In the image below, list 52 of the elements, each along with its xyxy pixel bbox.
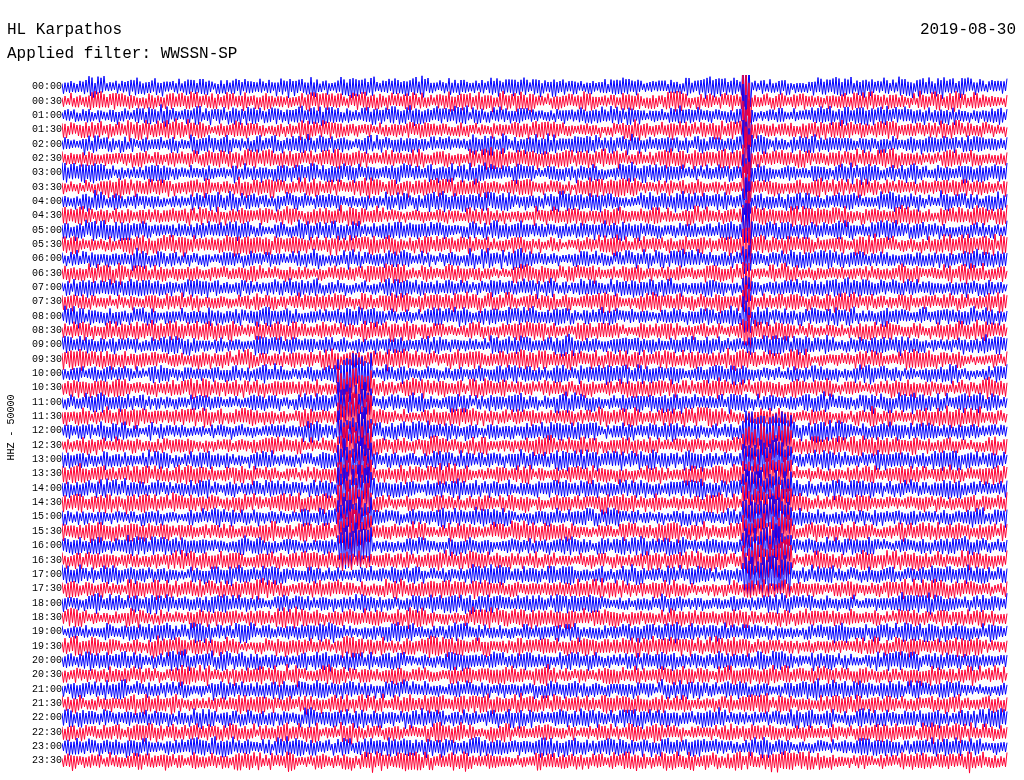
time-label: 12:30 [32,440,62,451]
time-label: 20:30 [32,670,62,681]
time-label: 21:00 [32,684,62,695]
time-label: 09:00 [32,340,62,351]
time-label: 11:30 [32,412,62,423]
time-label: 08:00 [32,311,62,322]
time-label: 22:30 [32,727,62,738]
time-label: 13:00 [32,455,62,466]
time-label: 09:30 [32,354,62,365]
time-label: 03:30 [32,182,62,193]
time-label: 02:00 [32,139,62,150]
time-label: 11:00 [32,397,62,408]
time-label: 03:00 [32,168,62,179]
time-label: 00:00 [32,82,62,93]
time-label: 02:30 [32,153,62,164]
time-label: 23:00 [32,742,62,752]
time-label: 22:00 [32,713,62,724]
time-label: 12:00 [32,426,62,437]
time-label: 04:30 [32,211,62,222]
time-label: 14:30 [32,498,62,509]
time-label: 17:30 [32,584,62,595]
time-label: 07:30 [32,297,62,308]
time-label: 05:30 [32,239,62,250]
time-label: 19:00 [32,627,62,638]
time-label: 10:30 [32,383,62,394]
time-label: 05:00 [32,225,62,236]
time-label: 17:00 [32,569,62,580]
time-label: 13:30 [32,469,62,480]
time-label: 23:30 [32,756,62,767]
filter-label: Applied filter: WWSSN-SP [7,45,238,63]
time-label: 19:30 [32,641,62,652]
channel-axis-label: HHZ - 50000 [4,394,18,461]
time-label: 15:00 [32,512,62,523]
time-label: 06:30 [32,268,62,279]
station-title: HL Karpathos [7,20,123,40]
time-label: 16:30 [32,555,62,566]
time-label: 04:00 [32,196,62,207]
time-label: 18:30 [32,612,62,623]
time-label: 18:00 [32,598,62,609]
time-label: 21:30 [32,698,62,709]
time-label: 10:00 [32,369,62,380]
time-label: 01:00 [32,110,62,121]
time-label: 01:30 [32,125,62,136]
time-label: 16:00 [32,541,62,552]
date-label: 2019-08-30 [920,20,1016,40]
time-label: 06:00 [32,254,62,265]
time-label: 14:00 [32,483,62,494]
time-label: 20:00 [32,655,62,666]
time-label: 07:00 [32,283,62,293]
time-label: 00:30 [32,96,62,107]
time-label: 15:30 [32,526,62,537]
time-label: 08:30 [32,326,62,336]
